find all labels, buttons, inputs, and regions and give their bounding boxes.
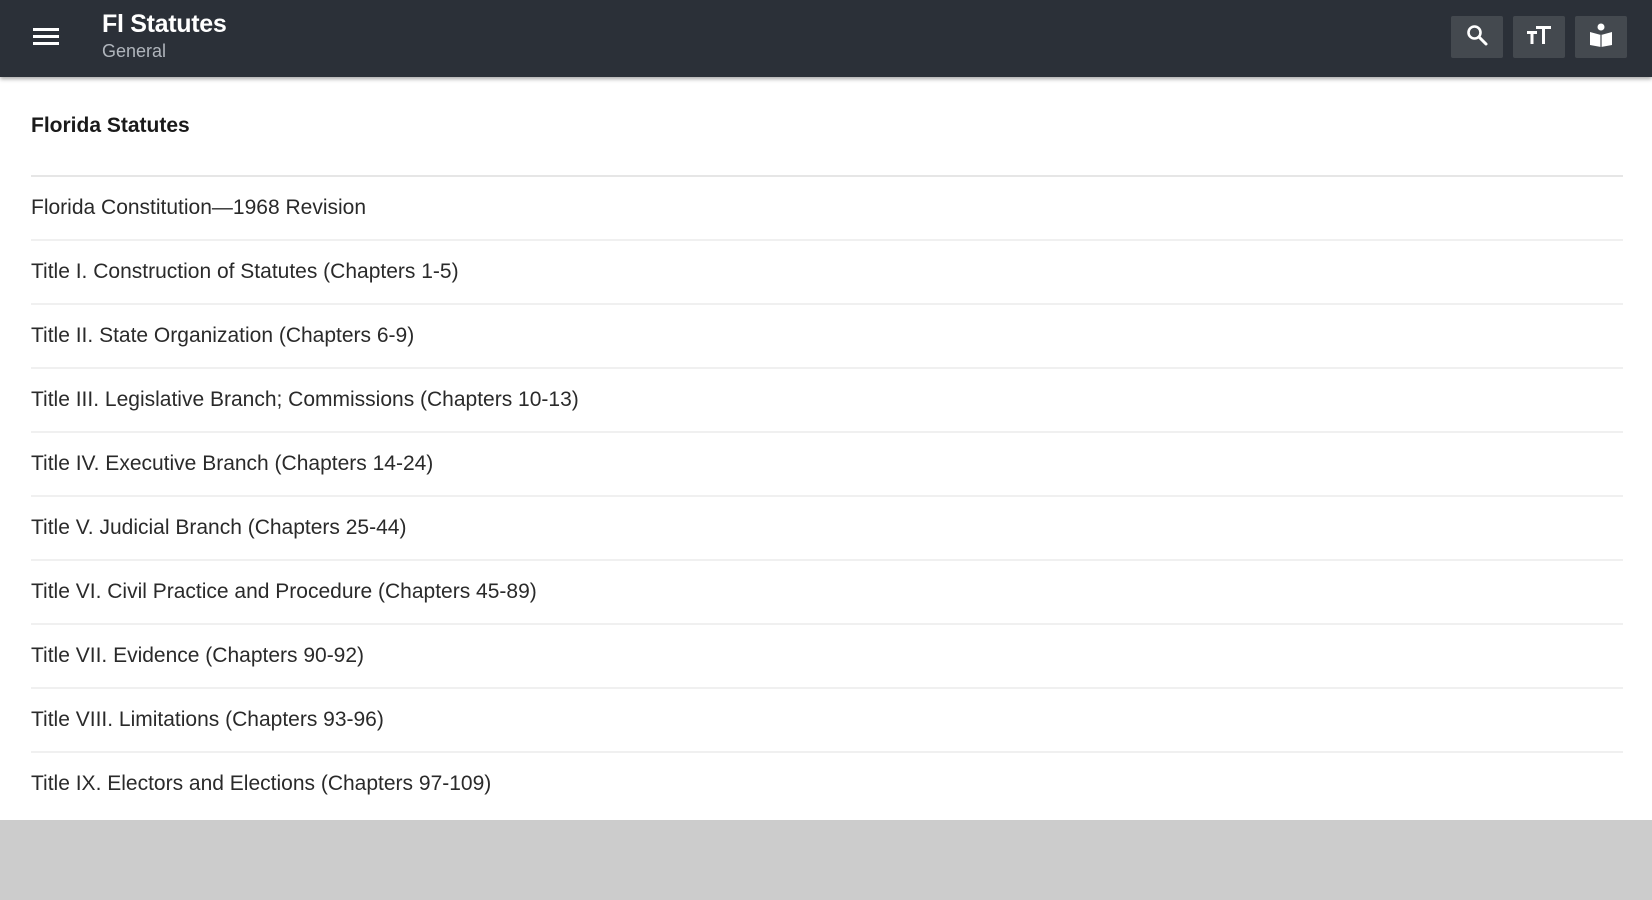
reader-button[interactable] — [1575, 16, 1627, 58]
app-bar: Fl Statutes General — [0, 0, 1652, 77]
list-item[interactable]: Title II. State Organization (Chapters 6… — [31, 305, 1623, 369]
list-item[interactable]: Title V. Judicial Branch (Chapters 25-44… — [31, 497, 1623, 561]
list-item[interactable]: Title III. Legislative Branch; Commissio… — [31, 369, 1623, 433]
app-title: Fl Statutes — [102, 10, 227, 38]
app-subtitle: General — [102, 41, 167, 61]
reader-icon — [1588, 22, 1614, 53]
list-item[interactable]: Florida Constitution—1968 Revision — [31, 177, 1623, 241]
statutes-list: Florida Constitution—1968 Revision Title… — [31, 175, 1623, 815]
text-size-button[interactable] — [1513, 16, 1565, 58]
list-item[interactable]: Title VIII. Limitations (Chapters 93-96) — [31, 689, 1623, 753]
empty-area — [0, 820, 1652, 900]
list-item[interactable]: Title VII. Evidence (Chapters 90-92) — [31, 625, 1623, 689]
list-item[interactable]: Title IX. Electors and Elections (Chapte… — [31, 753, 1623, 815]
main-content: Florida Statutes Florida Constitution—19… — [0, 77, 1652, 820]
list-item[interactable]: Title VI. Civil Practice and Procedure (… — [31, 561, 1623, 625]
list-item[interactable]: Title IV. Executive Branch (Chapters 14-… — [31, 433, 1623, 497]
menu-icon — [33, 26, 59, 51]
text-size-icon — [1526, 23, 1552, 52]
search-icon — [1465, 23, 1489, 52]
search-button[interactable] — [1451, 16, 1503, 58]
section-title: Florida Statutes — [31, 114, 190, 137]
list-item[interactable]: Title I. Construction of Statutes (Chapt… — [31, 241, 1623, 305]
menu-button[interactable] — [26, 18, 66, 58]
title-block: Fl Statutes General — [102, 9, 227, 63]
